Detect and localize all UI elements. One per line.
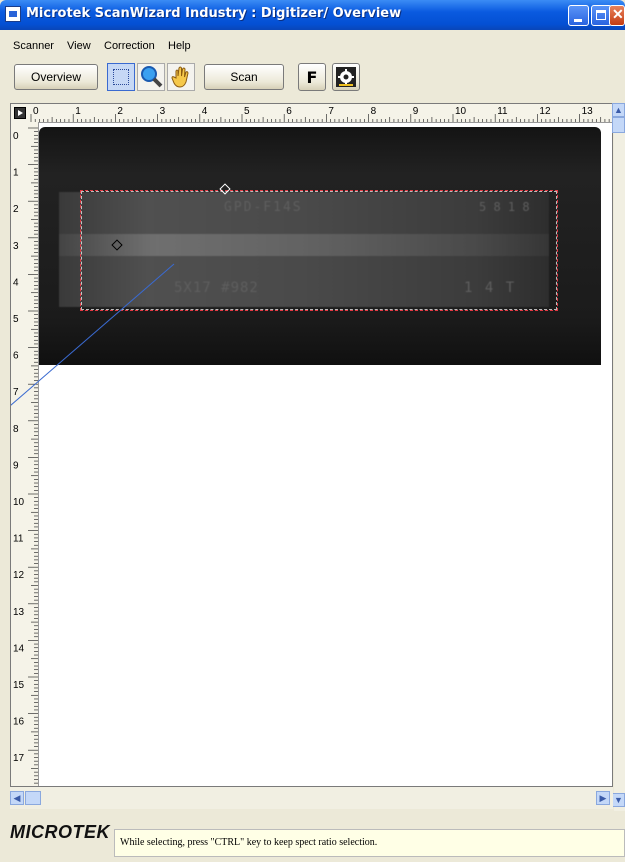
left-ruler-label: 10 xyxy=(13,497,25,508)
top-ruler-label: 8 xyxy=(371,106,377,117)
scroll-right-arrow[interactable]: ▶ xyxy=(596,791,610,805)
minimize-button[interactable] xyxy=(568,5,589,26)
left-ruler-label: 2 xyxy=(13,204,19,215)
menu-scanner[interactable]: Scanner xyxy=(13,40,54,52)
top-ruler-label: 0 xyxy=(33,106,39,117)
left-ruler-label: 14 xyxy=(13,643,25,654)
top-ruler-label: 11 xyxy=(497,106,508,117)
select-tool[interactable] xyxy=(107,63,135,91)
horizontal-scrollbar[interactable]: ◀ ▶ xyxy=(10,787,613,809)
selection-rectangle[interactable] xyxy=(80,190,558,311)
preview-area[interactable]: 0 1 2 3 4 5 6 7 8 9 10 11 12 13 0 1 2 3 4 5 6 7 8 9 10 11 12 13 14 1… xyxy=(10,103,613,787)
menu-view[interactable]: View xyxy=(67,40,91,52)
menu-correction[interactable]: Correction xyxy=(104,40,155,52)
settings-button[interactable] xyxy=(332,63,360,91)
top-ruler-label: 6 xyxy=(286,106,292,117)
left-ruler-label: 1 xyxy=(13,168,19,179)
film-preview: GPD-F14S 5 8 1 8 5X17 #982 1 4 T xyxy=(39,127,601,365)
overview-button[interactable]: Overview xyxy=(14,64,98,90)
top-ruler-label: 5 xyxy=(244,106,250,117)
scroll-down-arrow[interactable]: ▼ xyxy=(612,793,625,807)
gear-icon xyxy=(336,67,356,87)
ruler-unit-button[interactable] xyxy=(14,107,26,119)
left-ruler-label: 3 xyxy=(13,241,19,252)
play-icon xyxy=(18,110,23,116)
left-ruler: 0 1 2 3 4 5 6 7 8 9 10 11 12 13 14 15 16 17 xyxy=(11,122,39,786)
scan-button[interactable]: Scan xyxy=(204,64,284,90)
pan-tool[interactable] xyxy=(167,63,195,91)
top-ruler-label: 2 xyxy=(117,106,123,117)
top-ruler-label: 1 xyxy=(75,106,81,117)
left-ruler-label: 7 xyxy=(13,387,19,398)
left-ruler-label: 8 xyxy=(13,424,19,435)
left-ruler-label: 6 xyxy=(13,351,19,362)
top-ruler-scale: 0 1 2 3 4 5 6 7 8 9 10 11 12 13 xyxy=(30,106,610,122)
left-ruler-label: 13 xyxy=(13,607,25,618)
toolbar: Overview Scan F xyxy=(4,54,621,98)
magnifier-icon xyxy=(141,66,163,88)
vertical-scroll-thumb[interactable] xyxy=(612,117,625,133)
menu-help[interactable]: Help xyxy=(168,40,191,52)
top-ruler-label: 7 xyxy=(328,106,334,117)
hand-icon xyxy=(171,66,189,88)
scroll-left-arrow[interactable]: ◀ xyxy=(10,791,24,805)
left-ruler-label: 5 xyxy=(13,314,19,325)
scroll-up-arrow[interactable]: ▲ xyxy=(612,103,625,117)
left-ruler-label: 9 xyxy=(13,460,19,471)
status-message: While selecting, press "CTRL" key to kee… xyxy=(114,829,625,857)
top-ruler: 0 1 2 3 4 5 6 7 8 9 10 11 12 13 xyxy=(11,104,612,123)
app-icon[interactable] xyxy=(5,6,21,22)
top-ruler-label: 9 xyxy=(413,106,419,117)
zoom-tool[interactable] xyxy=(137,63,165,91)
window-title: Microtek ScanWizard Industry : Digitizer… xyxy=(26,6,402,21)
menu-bar: Scanner View Correction Help xyxy=(4,30,621,52)
vertical-scrollbar[interactable]: ▲ ▼ xyxy=(612,103,625,811)
left-ruler-scale: 01234567891011121314151617 xyxy=(13,127,38,784)
filter-f-button[interactable]: F xyxy=(298,63,326,91)
left-ruler-label: 4 xyxy=(13,277,19,288)
left-ruler-label: 11 xyxy=(13,534,24,545)
left-ruler-label: 15 xyxy=(13,680,25,691)
top-ruler-label: 3 xyxy=(160,106,166,117)
left-ruler-label: 0 xyxy=(13,131,19,142)
left-ruler-label: 17 xyxy=(13,753,25,764)
left-ruler-label: 16 xyxy=(13,717,25,728)
top-ruler-label: 13 xyxy=(582,106,594,117)
horizontal-scroll-thumb[interactable] xyxy=(25,791,41,805)
top-ruler-label: 12 xyxy=(539,106,551,117)
top-ruler-label: 4 xyxy=(202,106,208,117)
close-button[interactable] xyxy=(609,5,625,26)
title-bar: Microtek ScanWizard Industry : Digitizer… xyxy=(0,0,625,30)
marquee-icon xyxy=(113,69,129,85)
left-ruler-label: 12 xyxy=(13,570,25,581)
microtek-logo: MICROTEK xyxy=(10,822,110,842)
top-ruler-label: 10 xyxy=(455,106,467,117)
